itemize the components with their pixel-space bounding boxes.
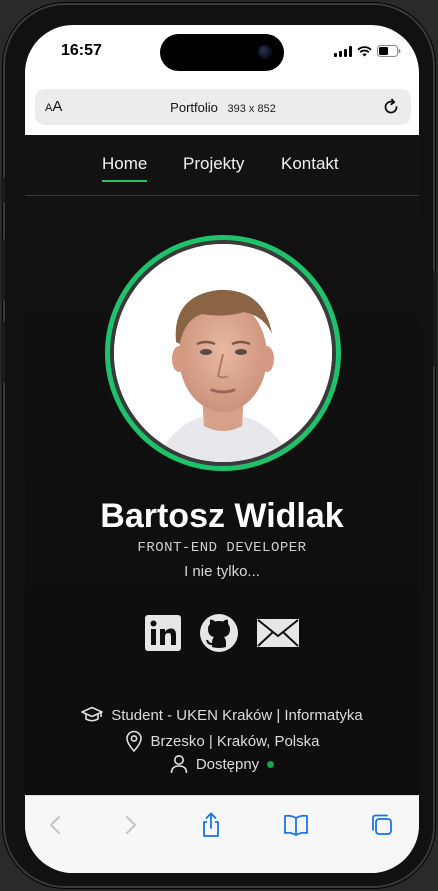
status-time: 16:57: [61, 42, 102, 59]
nav-home[interactable]: Home: [102, 154, 148, 182]
phone-frame: 16:57 AA Portfolio 393 x 852 Home Projek…: [1, 3, 437, 888]
screen: 16:57 AA Portfolio 393 x 852 Home Projek…: [25, 25, 419, 873]
profile-avatar-ring: [105, 235, 341, 471]
profile-name: Bartosz Widlak: [100, 497, 344, 535]
profile-role: FRONT-END DEVELOPER: [137, 540, 307, 556]
graduation-cap-icon: [81, 706, 104, 722]
page-title-text: Portfolio: [170, 100, 218, 115]
location-pin-icon: [125, 730, 142, 752]
nav-projekty[interactable]: Projekty: [183, 154, 244, 174]
volume-up-button: [1, 239, 5, 301]
avatar: [114, 244, 332, 462]
back-icon[interactable]: [43, 812, 69, 838]
linkedin-icon[interactable]: [143, 613, 183, 653]
availability-text: Dostępny: [195, 755, 260, 773]
page-title: Portfolio 393 x 852: [35, 100, 411, 115]
mail-icon[interactable]: [255, 613, 301, 653]
education-info: Student - UKEN Kraków | Informatyka: [25, 706, 419, 724]
viewport-size: 393 x 852: [227, 103, 276, 115]
location-info: Brzesko | Kraków, Polska: [25, 730, 419, 752]
availability-info: Dostępny: [25, 754, 419, 774]
camera-icon: [258, 45, 272, 59]
dynamic-island: [160, 34, 284, 71]
signal-icon: [334, 45, 352, 57]
tabs-icon[interactable]: [369, 812, 395, 838]
forward-icon[interactable]: [117, 812, 143, 838]
wifi-icon: [357, 45, 372, 56]
power-button: [433, 271, 437, 367]
nav-kontakt[interactable]: Kontakt: [281, 154, 339, 174]
location-text: Brzesko | Kraków, Polska: [150, 732, 320, 750]
action-button: [1, 177, 5, 203]
share-icon[interactable]: [198, 812, 224, 838]
education-text: Student - UKEN Kraków | Informatyka: [111, 706, 363, 724]
profile-tagline: I nie tylko...: [184, 563, 260, 580]
user-icon: [170, 755, 188, 774]
status-icons: [334, 45, 401, 57]
web-content: Home Projekty Kontakt Bartosz Widlak FRO…: [25, 135, 419, 795]
status-bar: 16:57: [25, 25, 419, 81]
browser-toolbar: [25, 795, 419, 873]
reload-icon[interactable]: [381, 97, 401, 117]
battery-icon: [377, 45, 401, 57]
profile-photo: [114, 244, 332, 462]
github-icon[interactable]: [199, 613, 239, 653]
address-bar[interactable]: AA Portfolio 393 x 852: [35, 89, 411, 125]
social-links: [25, 613, 419, 653]
site-nav: Home Projekty Kontakt: [25, 135, 419, 196]
availability-dot: [267, 760, 275, 768]
volume-down-button: [1, 321, 5, 383]
bookmarks-icon[interactable]: [283, 812, 309, 838]
